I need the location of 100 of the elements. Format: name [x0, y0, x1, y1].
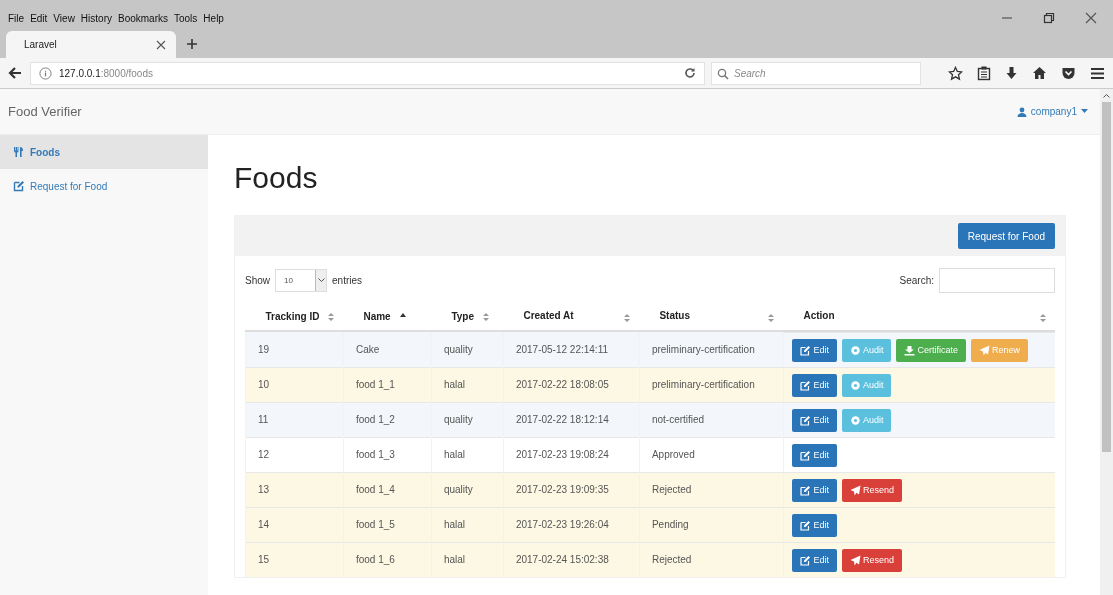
sidebar-item[interactable]: Request for Food [0, 169, 208, 203]
table-cell: food 1_3 [355, 449, 395, 460]
table-cell: halal [443, 379, 466, 390]
gear-icon [849, 414, 861, 426]
edit-button[interactable]: Edit [792, 408, 837, 432]
edit-button[interactable]: Edit [792, 373, 837, 397]
edit-icon [800, 519, 812, 531]
back-icon[interactable] [8, 66, 22, 80]
table-cell: Approved [651, 449, 695, 460]
edit-icon [13, 180, 25, 192]
user-dropdown[interactable]: company1 [1016, 106, 1088, 117]
reload-icon[interactable] [684, 67, 696, 79]
browser-tab[interactable]: Laravel [6, 31, 176, 58]
table-cell: Rejected [651, 554, 692, 566]
table-cell: food 1_5 [355, 519, 395, 530]
edit-icon [800, 379, 812, 391]
star-icon[interactable] [948, 65, 963, 81]
table-cell: quality [443, 343, 473, 355]
download-icon [904, 344, 916, 356]
resend-button[interactable]: Resend [841, 548, 902, 572]
menu-item[interactable]: Edit [30, 12, 48, 24]
table-cell: Cake [355, 343, 380, 355]
cutlery-icon [13, 146, 25, 158]
page-heading: Foods [234, 161, 319, 195]
table-cell: quality [443, 414, 473, 425]
table-cell: halal [443, 449, 466, 460]
scroll-up-icon [1103, 93, 1110, 98]
table-cell: 2017-02-23 19:26:04 [515, 519, 609, 530]
table-cell: 2017-02-23 19:09:35 [515, 484, 609, 495]
page-size-select[interactable]: 10 [275, 269, 327, 292]
table-cell: food 1_6 [355, 554, 395, 566]
sidebar-item[interactable]: Foods [0, 135, 208, 169]
edit-icon [800, 554, 812, 566]
table-cell: halal [443, 519, 466, 530]
gear-icon [849, 379, 861, 391]
table-cell: 2017-05-12 22:14:11 [515, 343, 609, 355]
menu-item[interactable]: File [8, 12, 25, 24]
menu-icon[interactable] [1090, 66, 1105, 80]
edit-icon [800, 449, 812, 461]
send-icon [849, 554, 861, 566]
table-cell: Pending [651, 519, 689, 530]
resend-button[interactable]: Resend [841, 478, 902, 502]
search-field[interactable]: Search [711, 61, 921, 85]
search-icon [717, 67, 729, 80]
home-icon[interactable] [1032, 66, 1047, 80]
address-bar[interactable]: 127.0.0.1:8000/foods [30, 61, 705, 85]
menu-item[interactable]: Bookmarks [118, 12, 168, 24]
clipboard-icon[interactable] [977, 65, 991, 81]
table-cell: 12 [258, 449, 270, 460]
table-cell: Rejected [651, 484, 692, 495]
download-icon[interactable] [1005, 65, 1018, 81]
caret-icon [1081, 109, 1088, 114]
table-cell: 2017-02-22 18:08:05 [515, 379, 609, 390]
table-cell: 19 [258, 343, 270, 355]
column-header[interactable]: Action [783, 303, 1055, 331]
search-label: Search: [899, 275, 934, 286]
menu-item[interactable]: View [53, 12, 75, 24]
edit-icon [800, 344, 812, 356]
table-cell: food 1_1 [355, 379, 395, 390]
request-for-food-button[interactable]: Request for Food [957, 223, 1055, 249]
edit-button[interactable]: Edit [792, 443, 837, 467]
edit-icon [800, 484, 812, 496]
brand-link[interactable]: Food Verifier [8, 104, 82, 119]
new-tab-icon[interactable] [186, 38, 198, 50]
edit-icon [800, 414, 812, 426]
table-cell: quality [443, 484, 473, 495]
edit-button[interactable]: Edit [792, 513, 837, 537]
table-cell: 2017-02-22 18:12:14 [515, 414, 609, 425]
menu-item[interactable]: History [80, 12, 112, 24]
table-cell: 13 [258, 484, 270, 495]
table-cell: 2017-02-23 19:08:24 [515, 449, 609, 460]
send-icon [978, 344, 990, 356]
table-cell: food 1_2 [355, 414, 395, 425]
edit-button[interactable]: Edit [792, 338, 837, 362]
table-cell: 10 [258, 379, 270, 390]
entries-label: entries [332, 275, 363, 286]
close-tab-icon[interactable] [156, 39, 166, 50]
restore-icon[interactable] [1043, 12, 1055, 24]
table-search-field[interactable] [939, 268, 1055, 293]
user-icon [1016, 106, 1027, 117]
menu-item[interactable]: Tools [174, 12, 198, 24]
send-icon [849, 484, 861, 496]
table-cell: 2017-02-24 15:02:38 [515, 554, 609, 566]
pocket-icon[interactable] [1061, 66, 1076, 80]
certificate-button[interactable]: Certificate [896, 338, 966, 362]
table-cell: halal [443, 554, 466, 566]
table-cell: food 1_4 [355, 484, 395, 495]
table-cell: preliminary-certification [651, 343, 755, 355]
scroll-thumb[interactable] [1102, 102, 1111, 452]
menu-item[interactable]: Help [203, 12, 224, 24]
edit-button[interactable]: Edit [792, 478, 837, 502]
gear-icon [849, 344, 861, 356]
edit-button[interactable]: Edit [792, 548, 837, 572]
close-icon[interactable] [1085, 12, 1097, 24]
show-label: Show [245, 275, 270, 286]
table-cell: 15 [258, 554, 270, 566]
table-cell: preliminary-certification [651, 379, 755, 390]
table-cell: 14 [258, 519, 270, 530]
table-cell: not-certified [651, 414, 705, 425]
scrollbar[interactable] [1100, 89, 1113, 595]
